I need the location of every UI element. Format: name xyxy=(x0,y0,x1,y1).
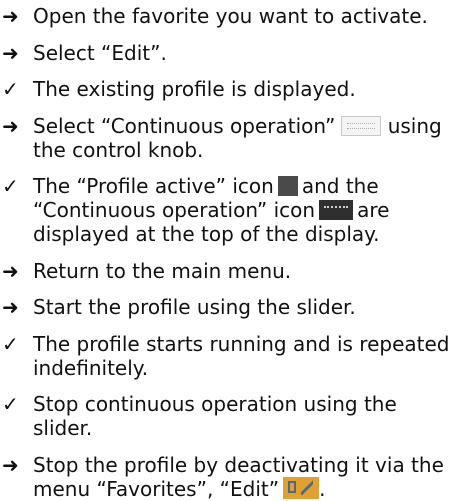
step-text-part: Select “Continuous operation” xyxy=(33,113,336,138)
step-text: Open the favorite you want to activate. xyxy=(33,4,428,28)
action-arrow-icon: ➜ xyxy=(2,113,19,138)
action-arrow-icon: ➜ xyxy=(2,258,19,283)
step-text-part: . xyxy=(319,476,326,501)
step-text: The profile starts running and is repeat… xyxy=(33,331,450,380)
instruction-step: ➜ Open the favorite you want to activate… xyxy=(0,4,460,28)
action-arrow-icon: ➜ xyxy=(2,452,19,477)
step-text: The existing profile is displayed. xyxy=(33,77,356,101)
instruction-step: ➜ Return to the main menu. xyxy=(0,259,460,283)
instruction-step: ➜ Select “Continuous operation” using th… xyxy=(0,114,460,162)
step-text: Return to the main menu. xyxy=(33,258,292,283)
instruction-step: ➜ Start the profile using the slider. xyxy=(0,295,460,319)
result-step: ✓ The “Profile active” icon and the “Cont… xyxy=(0,174,460,246)
step-text: The “Profile active” icon and the “Contin… xyxy=(33,174,460,246)
step-text: Select “Edit”. xyxy=(33,40,167,65)
step-text-part: The “Profile active” icon xyxy=(33,174,274,198)
checkmark-icon: ✓ xyxy=(2,392,19,416)
action-arrow-icon: ➜ xyxy=(2,295,19,319)
step-text: Start the profile using the slider. xyxy=(33,295,356,319)
checkmark-icon: ✓ xyxy=(2,77,19,101)
favorites-edit-icon xyxy=(283,476,320,499)
step-text-part: Stop the profile by deactivating it via … xyxy=(33,452,444,501)
instruction-step: ➜ Select “Edit”. xyxy=(0,41,460,65)
result-step: ✓ Stop continuous operation using the sl… xyxy=(0,392,460,440)
profile-active-icon xyxy=(277,176,298,196)
continuous-operation-icon xyxy=(319,200,354,220)
continuous-operation-icon xyxy=(341,115,382,136)
instruction-step: ➜ Stop the profile by deactivating it vi… xyxy=(0,453,460,501)
result-step: ✓ The profile starts running and is repe… xyxy=(0,332,460,380)
result-step: ✓ The existing profile is displayed. xyxy=(0,77,460,101)
checkmark-icon: ✓ xyxy=(2,174,19,198)
step-text: Select “Continuous operation” using the … xyxy=(33,114,460,162)
action-arrow-icon: ➜ xyxy=(2,4,19,28)
action-arrow-icon: ➜ xyxy=(2,40,19,65)
step-text: Stop continuous operation using the slid… xyxy=(33,392,397,440)
instruction-list: ➜ Open the favorite you want to activate… xyxy=(0,0,460,501)
step-text: Stop the profile by deactivating it via … xyxy=(33,453,460,501)
checkmark-icon: ✓ xyxy=(2,331,19,356)
